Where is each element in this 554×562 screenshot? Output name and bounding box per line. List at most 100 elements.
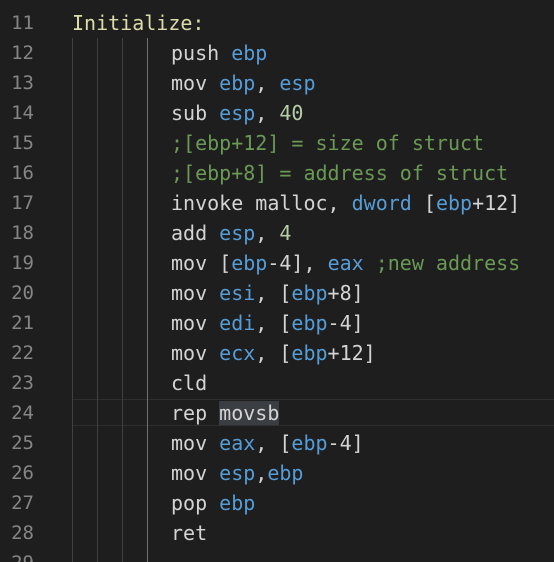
indent-guide — [122, 398, 123, 428]
indent-guide — [97, 548, 98, 562]
indent-guide — [97, 218, 98, 248]
code-token-reg: ebp — [291, 341, 328, 365]
indent-guide — [72, 488, 73, 518]
code-token-num: 40 — [279, 101, 304, 125]
indent-guide — [72, 98, 73, 128]
code-text[interactable]: mov ecx, [ebp+12] — [171, 338, 376, 368]
indent-guides — [72, 38, 172, 68]
code-text[interactable]: Initialize: — [72, 8, 204, 38]
indent-guides — [72, 488, 172, 518]
code-line[interactable]: 27 pop ebp — [0, 488, 554, 518]
code-text[interactable]: ret — [171, 518, 207, 548]
code-text[interactable]: sub esp, 40 — [171, 98, 303, 128]
code-token-plain: , [ — [255, 281, 292, 305]
indent-guide — [122, 308, 123, 338]
code-token-plain: add — [171, 221, 220, 245]
code-token-plain: -4], — [267, 251, 328, 275]
code-line[interactable]: 29 — [0, 548, 554, 562]
code-token-reg: ebp — [291, 281, 328, 305]
indent-guides — [72, 128, 172, 158]
code-line[interactable]: 12 push ebp — [0, 38, 554, 68]
indent-guides — [72, 368, 172, 398]
code-line[interactable]: 24 rep movsb — [0, 398, 554, 428]
code-text[interactable]: push ebp — [171, 38, 267, 68]
code-editor[interactable]: 11 Initialize: 12 push ebp 13 mov ebp, esp 14 s… — [0, 0, 554, 562]
code-line[interactable]: 18 add esp, 4 — [0, 218, 554, 248]
indent-guide — [72, 368, 73, 398]
code-token-plain: mov — [171, 311, 220, 335]
code-text[interactable]: invoke malloc, dword [ebp+12] — [171, 188, 520, 218]
code-text[interactable]: ;[ebp+8] = address of struct — [171, 158, 508, 188]
code-line[interactable]: 20 mov esi, [ebp+8] — [0, 278, 554, 308]
code-text[interactable]: add esp, 4 — [171, 218, 291, 248]
indent-guide — [147, 488, 148, 518]
line-number: 24 — [11, 402, 34, 424]
indent-guide — [72, 548, 73, 562]
indent-guide — [147, 278, 148, 308]
code-token-plain: rep — [171, 401, 220, 425]
code-line[interactable]: 15 ;[ebp+12] = size of struct — [0, 128, 554, 158]
indent-guide — [72, 218, 73, 248]
code-token-reg: esp — [219, 101, 256, 125]
indent-guide — [72, 458, 73, 488]
indent-guide — [72, 188, 73, 218]
code-token-reg: ebp — [291, 311, 328, 335]
indent-guide — [147, 98, 148, 128]
indent-guide — [72, 248, 73, 278]
code-token-reg: eax — [219, 431, 256, 455]
code-line[interactable]: 22 mov ecx, [ebp+12] — [0, 338, 554, 368]
code-text[interactable]: mov ebp, esp — [171, 68, 316, 98]
code-token-plain: mov — [171, 71, 220, 95]
code-text[interactable]: mov edi, [ebp-4] — [171, 308, 364, 338]
indent-guide — [97, 158, 98, 188]
code-line[interactable]: 21 mov edi, [ebp-4] — [0, 308, 554, 338]
code-line[interactable]: 25 mov eax, [ebp-4] — [0, 428, 554, 458]
indent-guide — [97, 428, 98, 458]
line-number: 29 — [0, 548, 34, 562]
code-token-reg: esp — [279, 71, 316, 95]
code-line[interactable]: 14 sub esp, 40 — [0, 98, 554, 128]
indent-guides — [72, 398, 172, 428]
code-text[interactable]: mov esi, [ebp+8] — [171, 278, 364, 308]
code-text[interactable]: pop ebp — [171, 488, 255, 518]
code-line[interactable]: 17 invoke malloc, dword [ebp+12] — [0, 188, 554, 218]
code-line[interactable]: 16 ;[ebp+8] = address of struct — [0, 158, 554, 188]
indent-guide — [97, 368, 98, 398]
code-text[interactable]: mov eax, [ebp-4] — [171, 428, 364, 458]
line-number: 23 — [11, 372, 34, 394]
code-line[interactable]: 13 mov ebp, esp — [0, 68, 554, 98]
indent-guide — [122, 158, 123, 188]
indent-guides — [72, 188, 172, 218]
code-text[interactable]: cld — [171, 368, 207, 398]
code-line[interactable]: 28 ret — [0, 518, 554, 548]
indent-guide — [122, 428, 123, 458]
indent-guide — [122, 338, 123, 368]
code-text[interactable]: rep movsb — [171, 398, 280, 428]
code-text[interactable]: ;[ebp+12] = size of struct — [171, 128, 484, 158]
line-number: 13 — [11, 72, 34, 94]
code-line[interactable]: 26 mov esp,ebp — [0, 458, 554, 488]
code-token-num: 4 — [279, 221, 292, 245]
indent-guide — [97, 278, 98, 308]
indent-guide — [72, 518, 73, 548]
code-text[interactable]: mov [ebp-4], eax ;new address — [171, 248, 520, 278]
indent-guide — [122, 458, 123, 488]
code-line[interactable]: 19 mov [ebp-4], eax ;new address — [0, 248, 554, 278]
indent-guides — [72, 548, 172, 562]
indent-guide — [97, 458, 98, 488]
code-token-comment: ;[ebp+8] = address of struct — [171, 161, 509, 185]
code-line[interactable]: 23 cld — [0, 368, 554, 398]
code-text[interactable]: mov esp,ebp — [171, 458, 303, 488]
code-token-reg: esp — [219, 461, 256, 485]
indent-guide — [72, 68, 73, 98]
code-token-plain: -4] — [327, 311, 364, 335]
code-token-reg: esp — [219, 221, 256, 245]
indent-guide — [147, 248, 148, 278]
code-line[interactable]: 11 Initialize: — [0, 8, 554, 38]
line-number: 14 — [11, 102, 34, 124]
code-token-plain: +12] — [472, 191, 521, 215]
code-token-plain: mov — [171, 431, 220, 455]
code-token-comment: ;[ebp+12] = size of struct — [171, 131, 485, 155]
indent-guide — [147, 308, 148, 338]
code-token-plain: , — [255, 221, 280, 245]
